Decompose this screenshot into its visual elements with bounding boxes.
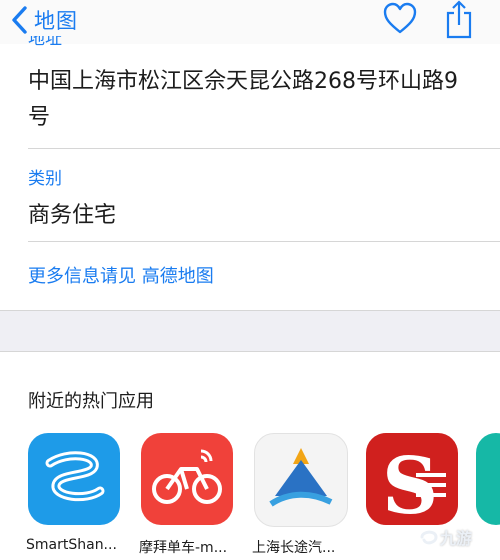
app-name: 上海长途汽... [252,540,336,556]
back-button[interactable]: 地图 [10,2,78,38]
app-item-shanghai-coach[interactable]: 上海长途汽... [252,433,354,556]
heart-icon[interactable] [382,2,418,40]
navigation-bar: 地图 [0,0,500,44]
share-icon[interactable] [444,0,474,44]
app-name: SmartShan... [26,537,117,553]
chevron-left-icon [10,5,30,35]
smartshan-app-icon [28,433,120,525]
watermark-text: 九游 [440,529,473,548]
mountain-app-icon [254,433,348,527]
watermark: 九游 [418,525,472,549]
bicycle-app-icon [141,433,233,525]
more-info-link[interactable]: 更多信息请见 高德地图 [28,262,214,288]
app-item-smartshan[interactable]: SmartShan... [26,433,128,553]
category-value: 商务住宅 [28,203,117,228]
app-name: 摩拜单车-m... [139,540,228,556]
nearby-apps-title: 附近的热门应用 [28,391,154,412]
watermark-logo-icon [420,530,438,545]
divider [28,241,500,242]
app-item-s[interactable]: S [366,433,466,525]
app-item-teal[interactable] [476,433,500,525]
app-item-mobike[interactable]: 摩拜单车-m... [139,433,241,556]
section-gap [0,310,500,352]
teal-app-icon [476,433,500,525]
address-value: 中国上海市松江区佘天昆公路268号环山路9号 [28,69,458,130]
category-label: 类别 [28,169,62,189]
back-label: 地图 [34,9,78,33]
s-logo-app-icon: S [366,433,458,525]
divider [28,148,500,149]
address-label: 地址 [28,36,62,49]
